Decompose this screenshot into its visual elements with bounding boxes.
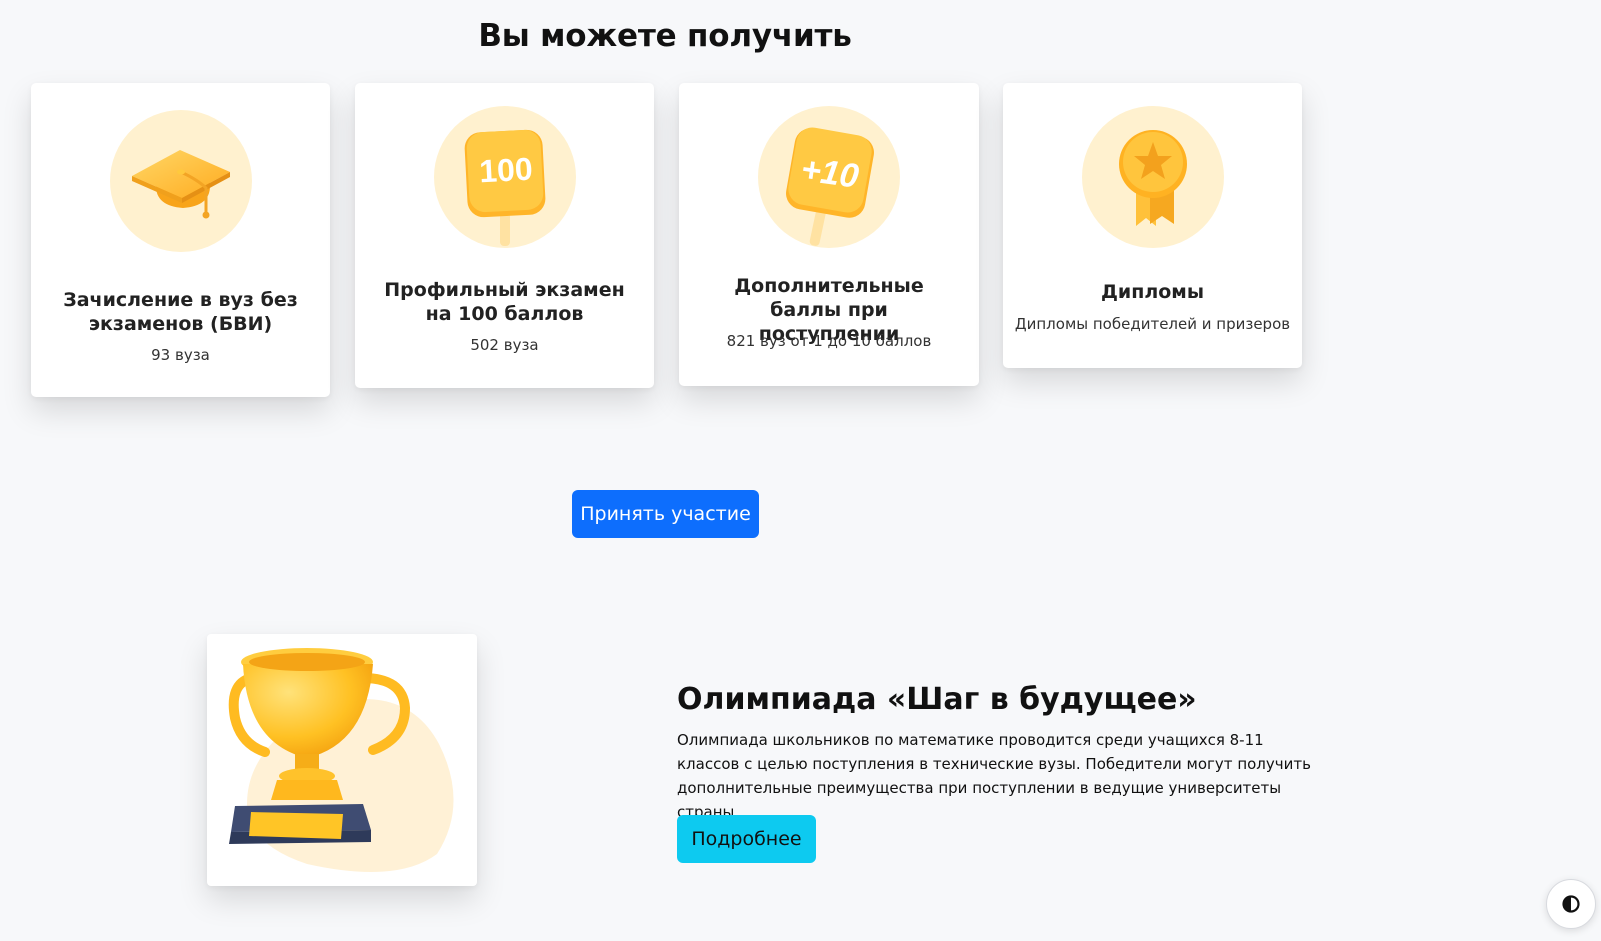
card-text: 821 вуз от 1 до 10 баллов [726,332,932,350]
badge-plus10-text: +10 [799,150,861,196]
plus-10-sign-icon: +10 [758,106,900,248]
graduation-cap-icon [109,110,252,252]
badge-100-text: 100 [478,151,533,190]
more-button[interactable]: Подробнее [677,815,816,863]
benefit-card-diplomas: Дипломы Дипломы победителей и призеров [1003,83,1302,368]
card-text: Дипломы победителей и призеров [1014,315,1291,333]
benefit-card-bvi: Зачисление в вуз без экзаменов (БВИ) 93 … [31,83,330,397]
contrast-icon [1562,895,1580,913]
trophy-icon [228,648,454,872]
medal-icon [1081,106,1224,248]
olympiad-description: Олимпиада школьников по математике прово… [677,731,1311,821]
benefit-card-100: 100 Профильный экзамен на 100 баллов 502… [355,83,654,388]
benefit-card-plus10: +10 Дополнительные баллы при поступлении… [679,83,979,386]
card-title: Профильный экзамен на 100 баллов [384,279,625,325]
card-text: 93 вуза [151,346,210,364]
olympiad-title: Олимпиада «Шаг в будущее» [677,682,1197,717]
score-100-sign-icon: 100 [433,106,576,248]
card-title: Дипломы [1100,281,1205,303]
theme-toggle-button[interactable] [1546,879,1596,929]
section-title: Вы можете получить [478,18,852,54]
participate-button[interactable]: Принять участие [572,490,759,538]
card-text: 502 вуза [470,336,539,354]
trophy-image [207,634,477,886]
card-title: Зачисление в вуз без экзаменов (БВИ) [63,289,298,335]
